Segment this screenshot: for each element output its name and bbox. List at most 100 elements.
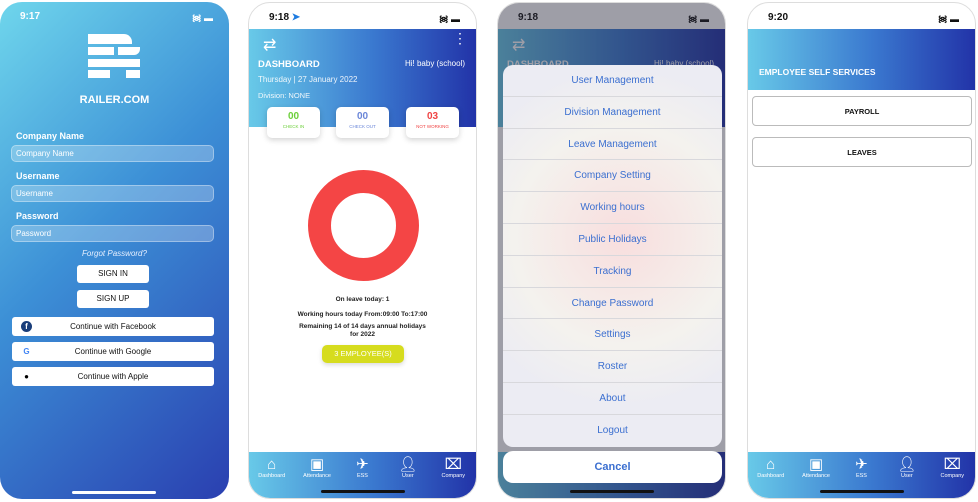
menu-item-leave-management[interactable]: Leave Management — [503, 129, 722, 161]
facebook-button[interactable]: f Continue with Facebook — [12, 317, 214, 336]
company-input[interactable]: Company Name — [11, 145, 214, 162]
date-text: Thursday | 27 January 2022 — [258, 75, 358, 84]
check-in-card[interactable]: 00 CHECK IN — [267, 107, 320, 138]
google-label: Continue with Google — [74, 347, 152, 356]
apple-label: Continue with Apple — [77, 372, 149, 381]
menu-item-tracking[interactable]: Tracking — [503, 256, 722, 288]
page-title: EMPLOYEE SELF SERVICES — [748, 29, 975, 90]
attendance-donut-chart — [308, 170, 419, 281]
nav-label: ESS — [855, 473, 867, 479]
check-out-label: CHECK OUT — [349, 124, 376, 129]
menu-item-roster[interactable]: Roster — [503, 351, 722, 383]
home-indicator — [321, 490, 405, 493]
nav-label: User — [402, 473, 414, 479]
location-icon: ➤ — [291, 12, 301, 23]
menu-item-logout[interactable]: Logout — [503, 415, 722, 447]
employees-button[interactable]: 3 EMPLOYEE(S) — [322, 345, 404, 363]
page-title: DASHBOARD — [258, 59, 320, 70]
remaining-holidays-text: Remaining 14 of 14 days annual holidays — [299, 323, 426, 330]
not-working-label: NOT WORKING — [416, 124, 449, 129]
forgot-password-link[interactable]: Forgot Password? — [0, 249, 229, 258]
wifi-battery-icon: ᯼ ▬ — [438, 14, 460, 24]
user-icon: 👤︎ — [897, 456, 917, 473]
nav-label: Dashboard — [258, 473, 286, 479]
menu-item-about[interactable]: About — [503, 383, 722, 415]
status-bar: 9:17 ᯼ ▬ — [0, 2, 229, 28]
check-out-count: 00 — [356, 111, 369, 122]
menu-screen: 9:18᯼ ▬ ⇄ DASHBOARD Hi! baby (school) Us… — [497, 2, 726, 499]
company-icon: ⌧ — [444, 456, 462, 473]
status-time: 9:18 — [269, 12, 290, 23]
company-label: Company Name — [16, 131, 85, 141]
leaves-button[interactable]: LEAVES — [752, 137, 972, 167]
status-bar: 9:18 ➤ ᯼ ▬ — [249, 3, 476, 29]
check-in-count: 00 — [287, 111, 300, 122]
menu-item-division-management[interactable]: Division Management — [503, 97, 722, 129]
home-icon: ⌂ — [267, 456, 277, 473]
home-indicator — [570, 490, 654, 493]
remaining-holidays-year: for 2022 — [350, 331, 375, 338]
user-icon: 👤︎ — [398, 456, 418, 473]
nav-label: User — [901, 473, 913, 479]
google-button[interactable]: G Continue with Google — [12, 342, 214, 361]
menu-item-settings[interactable]: Settings — [503, 319, 722, 352]
status-bar: 9:20 ᯼ ▬ — [748, 3, 975, 29]
menu-item-working-hours[interactable]: Working hours — [503, 192, 722, 224]
username-label: Username — [16, 171, 60, 181]
menu-item-company-setting[interactable]: Company Setting — [503, 160, 722, 193]
company-icon: ⌧ — [943, 456, 961, 473]
nav-label: Attendance — [303, 473, 331, 479]
home-icon: ⌂ — [766, 456, 776, 473]
wifi-battery-icon: ᯼ ▬ — [937, 14, 959, 24]
nav-label: Company — [940, 473, 965, 479]
action-sheet: User Management Division Management Leave … — [503, 65, 722, 447]
facebook-label: Continue with Facebook — [70, 322, 156, 331]
dashboard-screen: 9:18 ➤ ᯼ ▬ ⇄ ⋮ DASHBOARD Hi! baby (school… — [248, 2, 477, 499]
nav-dashboard[interactable]: ⌂ Dashboard — [252, 456, 292, 498]
nav-label: Company — [441, 473, 466, 479]
sign-in-button[interactable]: SIGN IN — [77, 265, 149, 283]
attendance-icon: ▣ — [808, 456, 824, 473]
google-icon: G — [23, 347, 30, 356]
plane-ticket-icon: ✈ — [855, 456, 868, 473]
login-screen: 9:17 ᯼ ▬ RAILER.COM Company Name Company … — [0, 2, 229, 499]
wifi-battery-icon: ᯼ ▬ — [191, 13, 213, 23]
password-input[interactable]: Password — [11, 225, 214, 242]
nav-dashboard[interactable]: ⌂ Dashboard — [751, 456, 791, 498]
check-in-label: CHECK IN — [282, 124, 305, 129]
attendance-icon: ▣ — [309, 456, 325, 473]
more-menu-icon[interactable]: ⋮ — [453, 31, 467, 45]
menu-item-change-password[interactable]: Change Password — [503, 288, 722, 320]
username-input[interactable]: Username — [11, 185, 214, 202]
sign-up-button[interactable]: SIGN UP — [77, 290, 149, 308]
cancel-button[interactable]: Cancel — [503, 451, 722, 483]
ess-screen: 9:20 ᯼ ▬ EMPLOYEE SELF SERVICES PAYROLL L… — [747, 2, 976, 499]
home-indicator — [820, 490, 904, 493]
nav-company[interactable]: ⌧ Company — [932, 456, 972, 498]
home-indicator — [72, 491, 156, 494]
nav-company[interactable]: ⌧ Company — [433, 456, 473, 498]
menu-item-user-management[interactable]: User Management — [503, 65, 722, 97]
working-hours-text: Working hours today From:09:00 To:17:00 — [297, 311, 428, 318]
apple-icon: ● — [24, 372, 29, 381]
plane-ticket-icon: ✈ — [356, 456, 369, 473]
facebook-icon: f — [21, 321, 32, 332]
payroll-button[interactable]: PAYROLL — [752, 96, 972, 126]
nav-label: Attendance — [802, 473, 830, 479]
password-label: Password — [16, 211, 59, 221]
status-time: 9:20 — [768, 12, 789, 23]
not-working-card[interactable]: 03 NOT WORKING — [406, 107, 459, 138]
menu-item-public-holidays[interactable]: Public Holidays — [503, 224, 722, 256]
greeting: Hi! baby (school) — [404, 59, 465, 68]
switch-icon[interactable]: ⇄ — [263, 35, 276, 55]
status-time: 9:17 — [20, 11, 41, 22]
on-leave-text: On leave today: 1 — [335, 296, 390, 303]
railer-logo — [88, 34, 140, 78]
nav-label: ESS — [356, 473, 368, 479]
division-text: Division: NONE — [258, 91, 311, 100]
brand-name: RAILER.COM — [79, 94, 150, 106]
apple-button[interactable]: ● Continue with Apple — [12, 367, 214, 386]
nav-label: Dashboard — [757, 473, 785, 479]
not-working-count: 03 — [426, 111, 439, 122]
check-out-card[interactable]: 00 CHECK OUT — [336, 107, 389, 138]
